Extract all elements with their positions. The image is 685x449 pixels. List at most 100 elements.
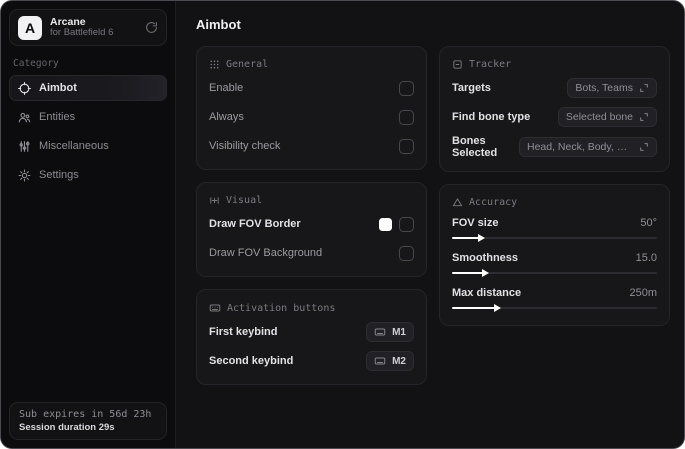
setting-row-enable: Enable (209, 77, 414, 99)
accuracy-card: Accuracy FOV size 50° Smoothness 15.0 Ma… (439, 184, 670, 326)
sidebar-item-label: Settings (39, 169, 79, 181)
grid-dots-icon (209, 59, 220, 70)
expand-icon (639, 142, 649, 152)
bones-selected-dropdown[interactable]: Head, Neck, Body, Pe.. (519, 137, 657, 157)
fov-size-group: FOV size 50° (452, 217, 657, 243)
max-distance-slider[interactable] (452, 303, 657, 313)
main-panel: Aimbot General Enable Always Visibility … (176, 1, 684, 448)
sub-expires-text: Sub expires in 56d 23h (19, 409, 152, 420)
draw-fov-background-checkbox[interactable] (399, 245, 414, 261)
setting-row-draw-fov-border: Draw FOV Border (209, 213, 414, 235)
activation-buttons-card: Activation buttons First keybind M1 Seco… (196, 289, 427, 385)
activation-section-title: Activation buttons (209, 302, 414, 314)
app-subtitle: for Battlefield 6 (50, 27, 114, 39)
sidebar-item-settings[interactable]: Settings (9, 162, 167, 188)
content-columns: General Enable Always Visibility check V… (196, 46, 670, 385)
visual-section-title: Visual (209, 195, 414, 206)
crosshair-icon (18, 81, 31, 95)
sidebar-item-label: Aimbot (39, 82, 77, 94)
accuracy-section-title: Accuracy (452, 197, 657, 208)
setting-row-targets: Targets Bots, Teams (452, 77, 657, 99)
setting-label: Max distance (452, 287, 522, 299)
setting-label: Draw FOV Border (209, 218, 301, 230)
fov-border-color-swatch[interactable] (379, 217, 392, 231)
visibility-check-checkbox[interactable] (399, 138, 414, 154)
find-bone-type-dropdown[interactable]: Selected bone (557, 107, 657, 127)
app-window: A Arcane for Battlefield 6 Category Aimb… (0, 0, 685, 449)
expand-icon (639, 83, 649, 93)
setting-label: Draw FOV Background (209, 247, 323, 259)
slider-thumb[interactable] (494, 304, 502, 312)
sidebar-item-miscellaneous[interactable]: Miscellaneous (9, 133, 167, 159)
setting-label: First keybind (209, 326, 278, 338)
slider-value: 15.0 (635, 252, 657, 264)
slider-value: 50° (640, 217, 657, 229)
setting-label: Visibility check (209, 140, 281, 152)
users-icon (18, 111, 31, 124)
section-title-label: General (226, 59, 269, 70)
draw-fov-border-checkbox[interactable] (399, 216, 414, 232)
sidebar-item-entities[interactable]: Entities (9, 104, 167, 130)
keyboard-icon (374, 355, 386, 367)
sliders-icon (18, 140, 31, 153)
dropdown-value: Bots, Teams (575, 82, 633, 94)
session-duration-text: Session duration 29s (19, 422, 115, 433)
app-logo-letter: A (24, 19, 36, 36)
page-title: Aimbot (196, 17, 241, 32)
tracker-section-title: Tracker (452, 59, 657, 70)
expand-icon (639, 112, 649, 122)
sidebar-item-label: Miscellaneous (39, 140, 109, 152)
visual-card: Visual Draw FOV Border Draw FOV Backgrou… (196, 182, 427, 277)
max-distance-group: Max distance 250m (452, 287, 657, 313)
slider-label-row: Smoothness 15.0 (452, 252, 657, 264)
refresh-icon[interactable] (145, 21, 158, 34)
setting-label: Bones Selected (452, 135, 498, 159)
sidebar-nav: Aimbot Entities Miscellaneous Settings (9, 75, 167, 188)
keyboard-icon (374, 326, 386, 338)
setting-label: Smoothness (452, 252, 519, 264)
setting-label: Second keybind (209, 355, 294, 367)
tracker-card: Tracker Targets Bots, Teams Find bone ty… (439, 46, 670, 172)
second-keybind-button[interactable]: M2 (366, 351, 414, 371)
app-logo: A (18, 15, 42, 40)
sidebar-item-aimbot[interactable]: Aimbot (9, 75, 167, 101)
slider-thumb[interactable] (477, 234, 485, 242)
first-keybind-button[interactable]: M1 (366, 322, 414, 342)
setting-label: Find bone type (452, 111, 531, 123)
setting-label: Always (209, 111, 244, 123)
sidebar: A Arcane for Battlefield 6 Category Aimb… (1, 1, 176, 448)
app-title-block: Arcane for Battlefield 6 (50, 16, 137, 39)
dropdown-value: Selected bone (565, 111, 633, 123)
always-checkbox[interactable] (399, 109, 414, 125)
setting-row-second-keybind: Second keybind M2 (209, 350, 414, 372)
right-column: Tracker Targets Bots, Teams Find bone ty… (439, 46, 670, 326)
section-title-label: Tracker (469, 59, 512, 70)
keybind-value: M2 (392, 355, 406, 367)
section-title-label: Visual (226, 195, 263, 206)
keybind-value: M1 (392, 326, 406, 338)
setting-row-find-bone-type: Find bone type Selected bone (452, 106, 657, 128)
smoothness-group: Smoothness 15.0 (452, 252, 657, 278)
setting-row-bones-selected: Bones Selected Head, Neck, Body, Pe.. (452, 135, 657, 159)
subscription-status-card: Sub expires in 56d 23h Session duration … (9, 402, 167, 440)
setting-row-first-keybind: First keybind M1 (209, 321, 414, 343)
enable-checkbox[interactable] (399, 80, 414, 96)
smoothness-slider[interactable] (452, 268, 657, 278)
slider-value: 250m (629, 287, 657, 299)
fov-size-slider[interactable] (452, 233, 657, 243)
setting-row-draw-fov-background: Draw FOV Background (209, 242, 414, 264)
slider-label-row: FOV size 50° (452, 217, 657, 229)
slider-fill (452, 307, 498, 309)
slider-fill (452, 272, 485, 274)
general-card: General Enable Always Visibility check (196, 46, 427, 170)
slider-fill (452, 237, 481, 239)
row-controls (379, 216, 414, 232)
category-label: Category (13, 58, 59, 69)
setting-row-visibility-check: Visibility check (209, 135, 414, 157)
app-header-card: A Arcane for Battlefield 6 (9, 9, 167, 46)
setting-label: Targets (452, 82, 491, 94)
targets-dropdown[interactable]: Bots, Teams (567, 78, 657, 98)
frame-icon (209, 195, 220, 206)
slider-thumb[interactable] (481, 269, 489, 277)
